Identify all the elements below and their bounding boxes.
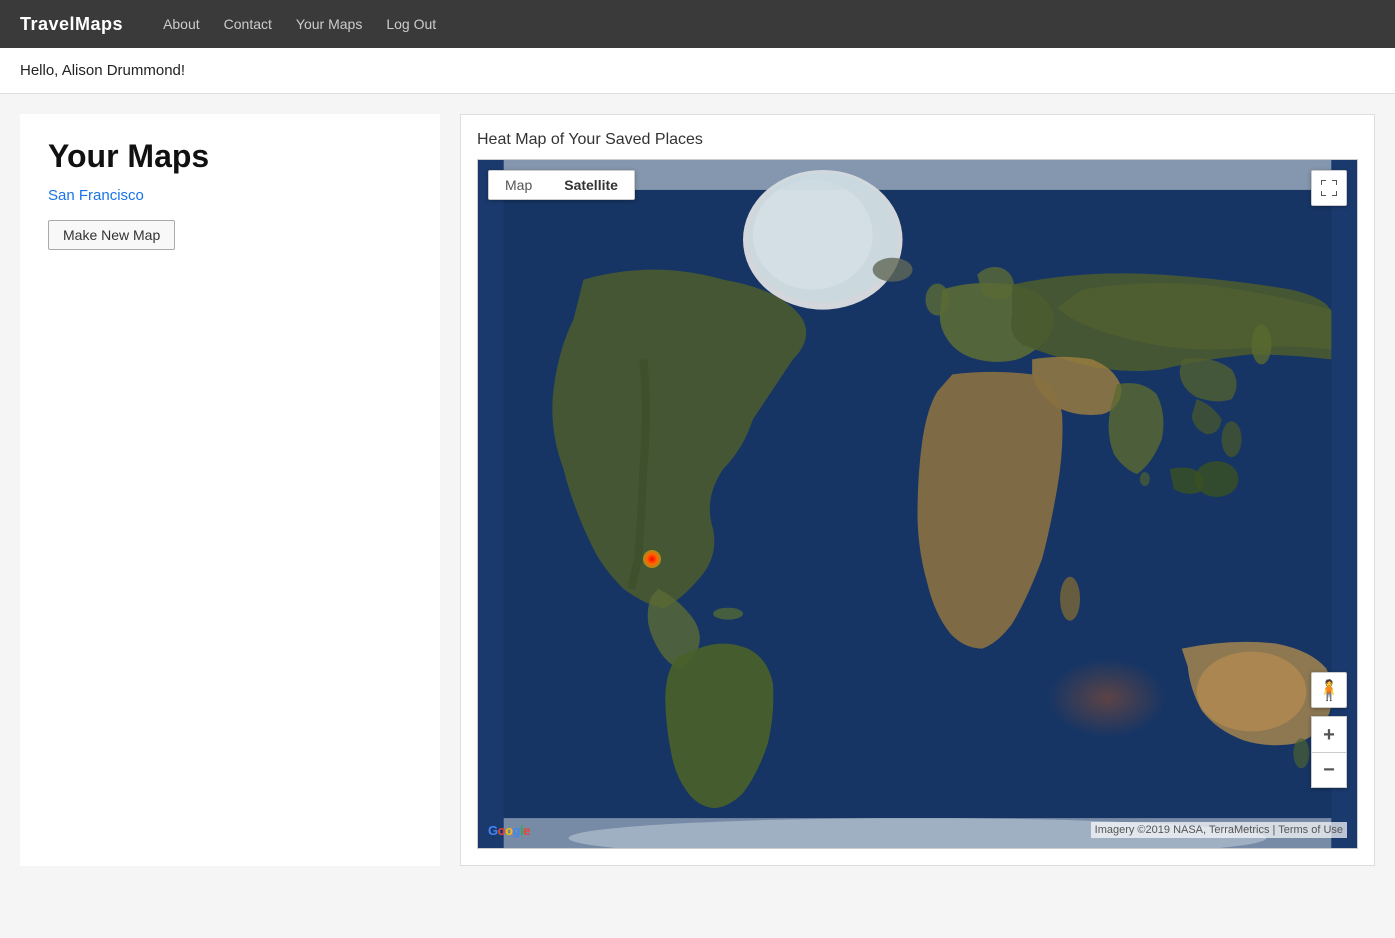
map-svg	[478, 160, 1357, 848]
map-tab[interactable]: Map	[489, 171, 548, 199]
pegman-icon: 🧍	[1317, 678, 1342, 703]
map-tabs: Map Satellite	[488, 170, 635, 200]
zoom-out-button[interactable]: −	[1311, 752, 1347, 788]
zoom-in-button[interactable]: +	[1311, 716, 1347, 752]
attribution-text: Imagery ©2019 NASA, TerraMetrics | Terms…	[1095, 824, 1343, 836]
zoom-controls: + −	[1311, 716, 1347, 788]
make-new-map-button[interactable]: Make New Map	[48, 220, 175, 250]
satellite-tab[interactable]: Satellite	[548, 171, 634, 199]
right-panel: Heat Map of Your Saved Places	[460, 114, 1375, 866]
logout-link[interactable]: Log Out	[386, 16, 436, 32]
main-layout: Your Maps San Francisco Make New Map Hea…	[0, 94, 1395, 886]
contact-link[interactable]: Contact	[224, 16, 272, 32]
about-link[interactable]: About	[163, 16, 200, 32]
san-francisco-link[interactable]: San Francisco	[48, 187, 412, 204]
navbar: TravelMaps About Contact Your Maps Log O…	[0, 0, 1395, 48]
brand-logo: TravelMaps	[20, 14, 123, 35]
map-section-title: Heat Map of Your Saved Places	[477, 131, 1358, 149]
google-logo: Google	[488, 823, 530, 838]
greeting-text: Hello, Alison Drummond!	[20, 62, 185, 79]
fullscreen-icon	[1321, 180, 1337, 196]
pegman-button[interactable]: 🧍	[1311, 672, 1347, 708]
fullscreen-button[interactable]	[1311, 170, 1347, 206]
greeting-bar: Hello, Alison Drummond!	[0, 48, 1395, 94]
your-maps-link[interactable]: Your Maps	[296, 16, 362, 32]
map-container: Map Satellite 🧍 + − Google	[477, 159, 1358, 849]
heatmap-dot	[643, 550, 661, 568]
your-maps-title: Your Maps	[48, 138, 412, 175]
map-attribution: Imagery ©2019 NASA, TerraMetrics | Terms…	[1091, 822, 1347, 838]
australia-heatmap	[1047, 658, 1167, 738]
left-panel: Your Maps San Francisco Make New Map	[20, 114, 440, 866]
